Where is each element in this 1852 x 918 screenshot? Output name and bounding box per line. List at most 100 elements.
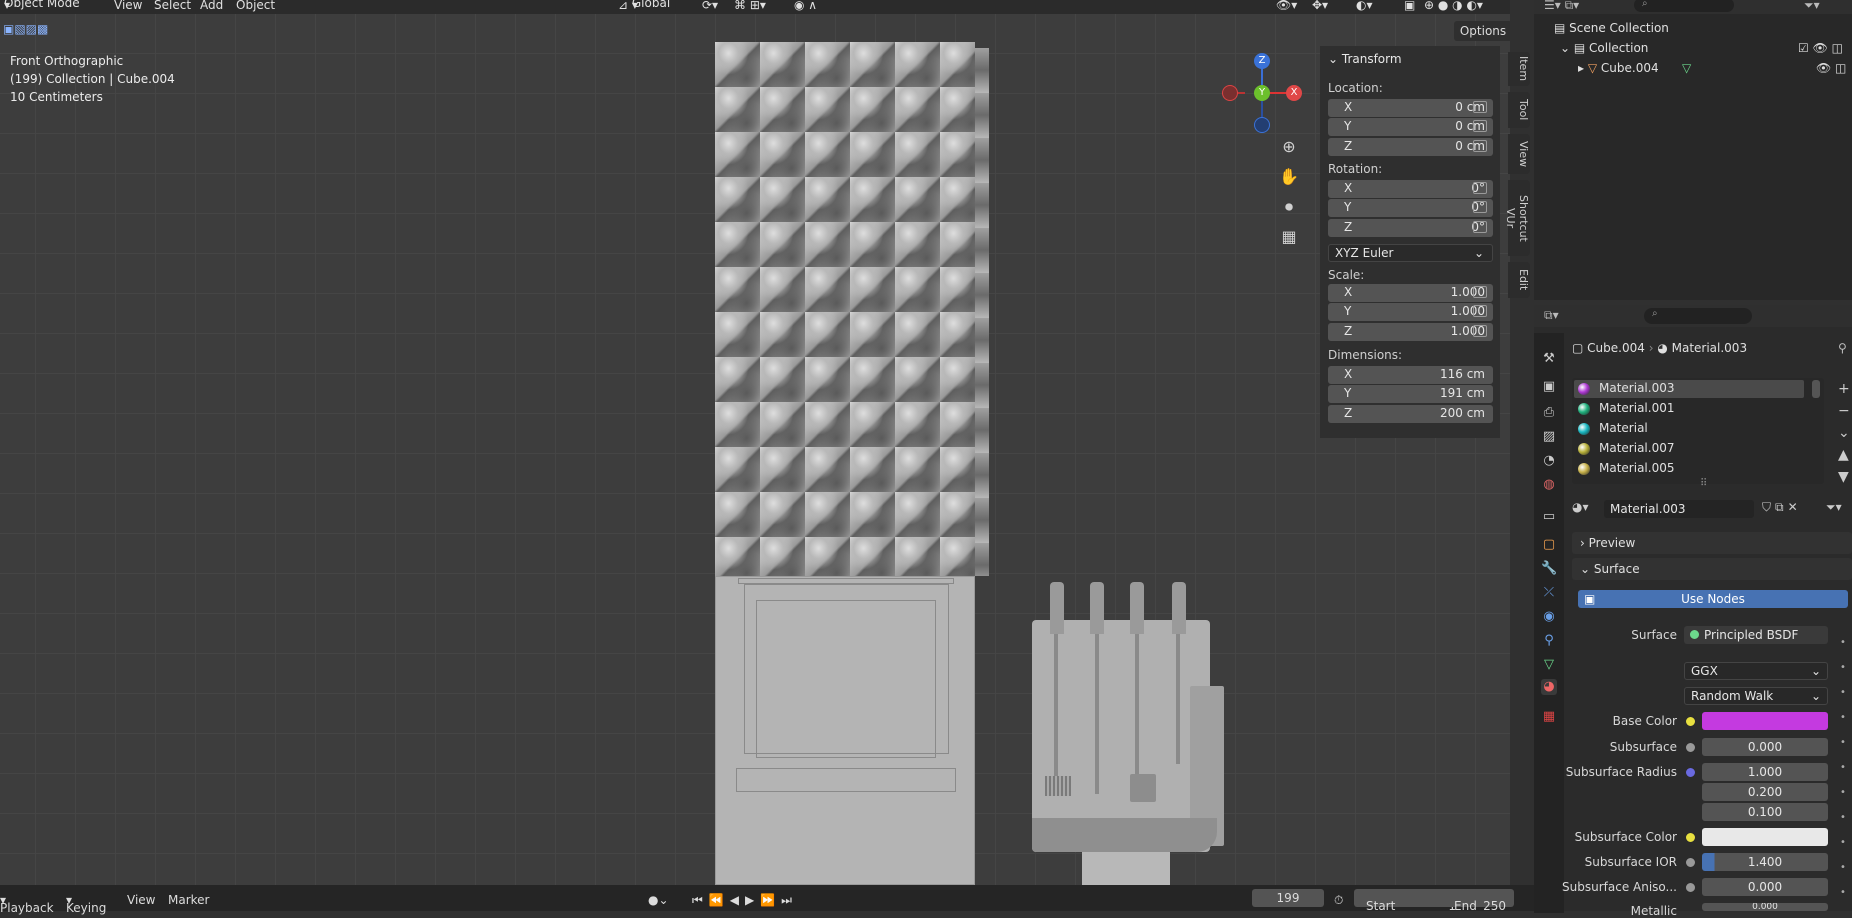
options-button[interactable]: Options: [1454, 21, 1510, 41]
dimension-y-field[interactable]: Y 191 cm: [1328, 385, 1493, 403]
current-frame-field[interactable]: 199: [1252, 889, 1324, 907]
menu-select[interactable]: Select: [154, 0, 191, 12]
material-slot-item[interactable]: Material.007: [1574, 440, 1794, 458]
xray-icon[interactable]: ▣: [1404, 0, 1415, 12]
dimension-z-field[interactable]: Z 200 cm: [1328, 405, 1493, 423]
timeline-view-menu[interactable]: View: [127, 893, 155, 907]
lock-icon[interactable]: [1473, 325, 1487, 337]
modifier-tab-icon[interactable]: 🔧: [1541, 561, 1557, 577]
tab-item[interactable]: Item: [1508, 52, 1530, 86]
rotation-z-field[interactable]: Z 0°: [1328, 219, 1493, 237]
material-name-field[interactable]: Material.003: [1604, 500, 1754, 518]
material-browse-icon[interactable]: ◕▾: [1572, 500, 1589, 514]
pan-hand-icon[interactable]: ✋: [1274, 164, 1304, 190]
gizmo-toggle-icon[interactable]: ✥▾: [1312, 0, 1328, 12]
filter-icon[interactable]: ⏷▾: [1804, 0, 1820, 13]
subsurface-aniso-field[interactable]: 0.000: [1702, 878, 1828, 896]
keying-menu[interactable]: Keying ▾: [66, 893, 106, 915]
keyframe-dots[interactable]: • • • • • • • • • • •: [1840, 630, 1846, 905]
material-slot-item[interactable]: Material.005: [1574, 460, 1794, 478]
select-mode-icons[interactable]: ▣▧▨▩: [3, 22, 48, 36]
scale-z-field[interactable]: Z 1.000: [1328, 323, 1493, 341]
grid-ortho-icon[interactable]: ▦: [1274, 224, 1304, 250]
subsurface-field[interactable]: 0.000: [1702, 738, 1828, 756]
object-toggles[interactable]: 👁 ◫: [1816, 61, 1846, 75]
use-nodes-button[interactable]: ▣ Use Nodes: [1578, 590, 1848, 608]
location-z-field[interactable]: Z0 cm: [1328, 138, 1493, 156]
proportional-icon[interactable]: ◉ ∧: [794, 0, 817, 12]
surface-shader-field[interactable]: Principled BSDF: [1684, 626, 1828, 644]
orientation-select[interactable]: ⊿ Global ▾: [618, 0, 670, 12]
lock-icon[interactable]: [1473, 140, 1487, 152]
material-tab-icon[interactable]: ◕: [1541, 679, 1557, 695]
tab-edit[interactable]: Edit: [1508, 262, 1530, 298]
visibility-icon[interactable]: 👁▾: [1276, 0, 1297, 12]
record-icon[interactable]: ●⌄: [648, 893, 669, 907]
material-slot-item[interactable]: Material: [1574, 420, 1794, 438]
scene-collection-row[interactable]: ▤ Scene Collection: [1554, 21, 1669, 35]
link-icon[interactable]: ⏷▾: [1826, 500, 1842, 515]
constraints-tab-icon[interactable]: ⚲: [1541, 633, 1557, 649]
lock-icon[interactable]: [1473, 182, 1487, 194]
list-resize-handle[interactable]: ⠿: [1700, 478, 1707, 489]
collection-tab-icon[interactable]: ▭: [1541, 509, 1557, 525]
gizmo-x-button[interactable]: X: [1286, 85, 1302, 101]
output-tab-icon[interactable]: ⎙: [1541, 405, 1557, 421]
pin-icon[interactable]: ⚲: [1838, 341, 1847, 355]
world-tab-icon[interactable]: ◍: [1541, 477, 1557, 493]
data-tab-icon[interactable]: ▽: [1541, 657, 1557, 673]
collection-toggles[interactable]: ☑ 👁 ◫: [1798, 41, 1843, 55]
lock-icon[interactable]: [1473, 201, 1487, 213]
camera-icon[interactable]: ⏺: [1274, 194, 1304, 220]
menu-view[interactable]: View: [114, 0, 142, 12]
editor-type-icon[interactable]: ☰▾ ⧉▾: [1544, 0, 1579, 13]
tab-view[interactable]: View: [1508, 134, 1530, 174]
expand-arrow-icon[interactable]: ▸: [1578, 61, 1588, 75]
object-tab-icon[interactable]: ▢: [1541, 537, 1557, 553]
3d-viewport[interactable]: Object Mode ▾ View Select Add Object ⊿ G…: [0, 0, 1510, 885]
metallic-field[interactable]: 0.000: [1702, 903, 1828, 911]
subsurface-ior-field[interactable]: 1.400: [1702, 853, 1828, 871]
location-y-field[interactable]: Y0 cm: [1328, 118, 1493, 136]
marker-menu[interactable]: Marker: [168, 893, 209, 907]
lock-icon[interactable]: [1473, 221, 1487, 233]
rotation-mode-select[interactable]: XYZ Euler ⌄: [1328, 244, 1493, 262]
object-row[interactable]: ▸ ▽ Cube.004: [1578, 61, 1659, 75]
menu-object[interactable]: Object: [236, 0, 275, 12]
end-frame-field[interactable]: End 250: [1448, 889, 1514, 913]
texture-tab-icon[interactable]: ▦: [1541, 709, 1557, 725]
tiled-wall-panel[interactable]: [715, 42, 975, 576]
subsurface-radius-y[interactable]: 0.200: [1702, 783, 1828, 801]
render-tab-icon[interactable]: ▣: [1541, 379, 1557, 395]
gizmo-neg-x-button[interactable]: [1222, 85, 1238, 101]
tab-tool[interactable]: Tool: [1508, 92, 1530, 128]
properties-search-input[interactable]: ⌕: [1644, 308, 1752, 324]
shading-modes-icon[interactable]: ⊕ ● ◑ ◐▾: [1424, 0, 1483, 12]
pivot-icon[interactable]: ⟳▾: [702, 0, 718, 12]
rotation-y-field[interactable]: Y 0°: [1328, 199, 1493, 217]
gizmo-y-button[interactable]: Y: [1254, 85, 1270, 101]
zoom-icon[interactable]: ⊕: [1274, 134, 1304, 160]
lock-icon[interactable]: [1473, 286, 1487, 298]
lock-icon[interactable]: [1473, 305, 1487, 317]
overlay-toggle-icon[interactable]: ◐▾: [1356, 0, 1373, 12]
snap-icon[interactable]: ⌘ ⊞▾: [734, 0, 766, 12]
playback-menu[interactable]: Playback ▾: [0, 893, 54, 915]
subsurface-radius-z[interactable]: 0.100: [1702, 803, 1828, 821]
mode-select[interactable]: Object Mode ▾: [4, 0, 80, 12]
stopwatch-icon[interactable]: ⏱: [1334, 893, 1343, 908]
gizmo-neg-z-button[interactable]: [1254, 117, 1270, 133]
slot-add-remove-icons[interactable]: + − ⌄ ▲ ▼: [1838, 378, 1850, 488]
outliner-search-input[interactable]: ⌕: [1634, 0, 1734, 12]
scene-tab-icon[interactable]: ◔: [1541, 453, 1557, 469]
tab-shortcut-vur[interactable]: Shortcut VUr: [1504, 180, 1530, 256]
playback-controls-icons[interactable]: ⏮⏪◀▶⏩⏭: [692, 893, 798, 908]
material-fake-user-icons[interactable]: ⛉⧉✕: [1762, 500, 1802, 515]
expand-arrow-icon[interactable]: ⌄: [1560, 41, 1574, 55]
view-layer-tab-icon[interactable]: ▨: [1541, 429, 1557, 445]
scale-x-field[interactable]: X 1.000: [1328, 284, 1493, 302]
distribution-select[interactable]: GGX ⌄: [1684, 662, 1828, 680]
material-slot-item[interactable]: Material.001: [1574, 400, 1794, 418]
subsurface-method-select[interactable]: Random Walk ⌄: [1684, 687, 1828, 705]
rotation-x-field[interactable]: X 0°: [1328, 180, 1493, 198]
